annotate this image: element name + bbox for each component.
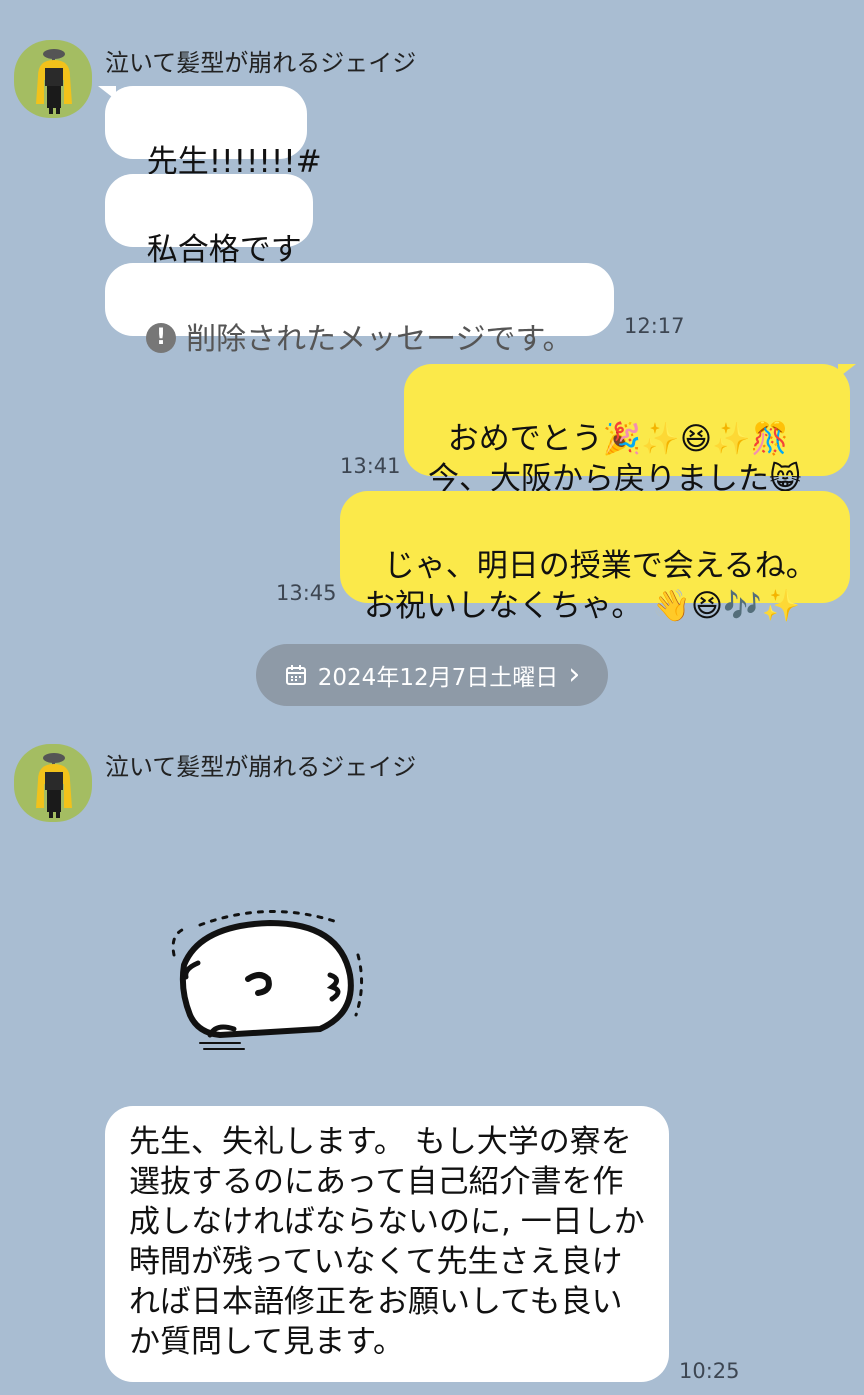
message-time: 13:45 [276, 581, 337, 605]
outgoing-message-bubble[interactable]: じゃ、明日の授業で会えるね。 お祝いしなくちゃ。 👋😆🎶✨ [340, 491, 850, 624]
message-text: おめでとう🎉✨😆✨🎊 今、大阪から戻りました😸 [428, 421, 802, 497]
date-label: 2024年12月7日土曜日 [317, 665, 559, 691]
sender-name: 泣いて髪型が崩れるジェイジ [105, 753, 417, 781]
alert-circle-icon: ! [146, 322, 177, 353]
sender-name: 泣いて髪型が崩れるジェイジ [105, 49, 417, 77]
deleted-message-text: 削除されたメッセージです。 [186, 322, 573, 357]
message-bubble[interactable]: 私合格です [105, 174, 313, 268]
message-bubble[interactable]: 先生、失礼します。 もし大学の寮を選抜するのにあって自己紹介書を作成しなければな… [105, 1106, 669, 1382]
message-text: じゃ、明日の授業で会えるね。 お祝いしなくちゃ。 👋😆🎶✨ [364, 548, 817, 624]
sender-avatar[interactable] [14, 744, 92, 822]
calendar-icon [285, 665, 306, 685]
sleeping-blob-sticker [171, 909, 363, 1050]
message-time: 13:41 [340, 454, 401, 478]
message-text: 先生、失礼します。 もし大学の寮を選抜するのにあって自己紹介書を作成しなければな… [129, 1124, 645, 1360]
message-time: 10:25 [679, 1359, 740, 1383]
outgoing-message-bubble[interactable]: おめでとう🎉✨😆✨🎊 今、大阪から戻りました😸 [404, 364, 850, 497]
sticker[interactable] [160, 895, 380, 1065]
avatar-character-icon [36, 753, 72, 818]
message-bubble[interactable]: 先生!!!!!!!# [105, 86, 322, 180]
message-time: 12:17 [624, 314, 685, 338]
chevron-right-icon: › [568, 657, 581, 692]
sender-avatar[interactable] [14, 40, 92, 118]
avatar-character-icon [36, 49, 72, 114]
deleted-message-bubble[interactable]: ! 削除されたメッセージです。 [105, 263, 614, 357]
bubble-tail [838, 364, 856, 378]
date-separator-button[interactable]: 2024年12月7日土曜日 › [256, 644, 608, 706]
